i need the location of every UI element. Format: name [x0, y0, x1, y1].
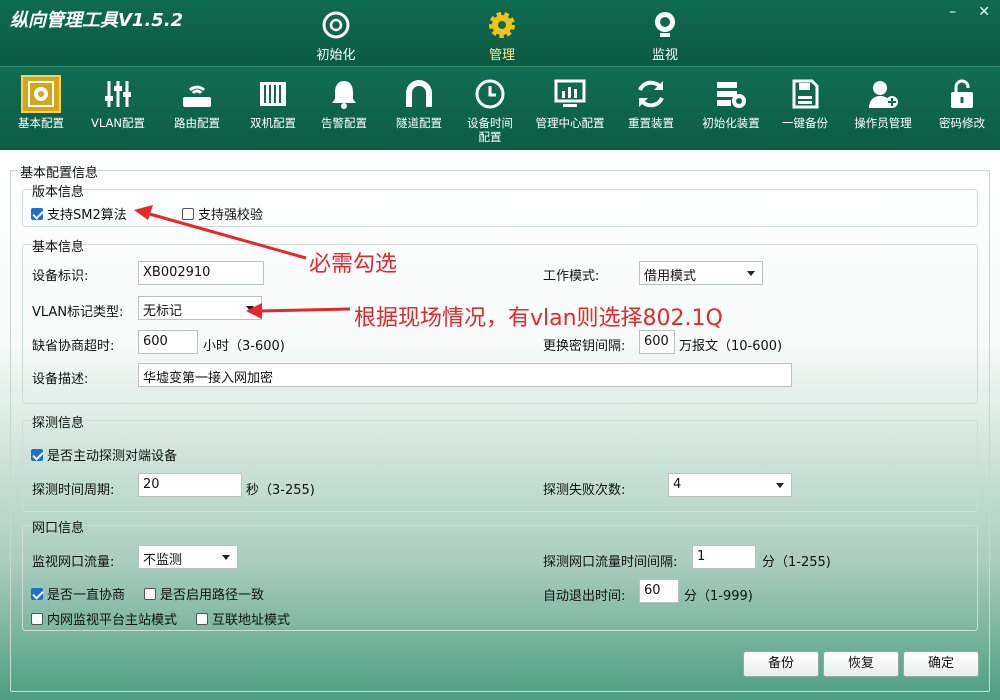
close-button[interactable]: ✕ [978, 4, 990, 20]
tab-manage[interactable]: 管理 [462, 10, 542, 63]
user-add-icon [863, 75, 903, 113]
tool-tunnel-config[interactable]: 隧道配置 [382, 75, 456, 130]
tool-label: 一键备份 [782, 116, 828, 130]
tab-monitor-label: 监视 [651, 48, 678, 63]
title-bar: 纵向管理工具V1.5.2 – ✕ 初始化 管理 监视 [0, 0, 1000, 66]
content-area: 基本配置信息 版本信息 支持SM2算法 支持强校验 基本信息 设备标识: XB0… [0, 150, 1000, 700]
lock-icon [942, 75, 982, 113]
tab-manage-label: 管理 [488, 48, 515, 63]
gear-icon [489, 12, 515, 38]
clock-icon [470, 75, 510, 113]
tool-time-config[interactable]: 设备时间 配置 [453, 75, 527, 144]
toolbar: 基本配置 VLAN配置 路由配置 双机配置 告警配置 隧道配置 设备时间 配置 [0, 66, 1000, 150]
tool-label-line2: 配置 [478, 130, 502, 144]
tool-label: 路由配置 [174, 116, 220, 130]
tunnel-icon [399, 75, 439, 113]
tool-password-change[interactable]: 密码修改 [925, 75, 999, 130]
tool-label: 重置装置 [628, 116, 674, 130]
annotation-arrows [134, 205, 351, 319]
dual-machine-icon [253, 75, 293, 113]
tool-label: VLAN配置 [90, 116, 145, 130]
annotation-must-check: 必需勾选 [309, 252, 398, 277]
tool-alarm-config[interactable]: 告警配置 [307, 75, 381, 130]
tool-label: 双机配置 [250, 116, 296, 130]
tab-monitor[interactable]: 监视 [625, 10, 705, 63]
tool-route-config[interactable]: 路由配置 [160, 75, 234, 130]
tool-vlan-config[interactable]: VLAN配置 [81, 75, 155, 130]
tool-reset-device[interactable]: 重置装置 [614, 75, 688, 130]
camera-icon [655, 12, 675, 37]
app-window: 纵向管理工具V1.5.2 – ✕ 初始化 管理 监视 基本配置 VLAN配置 路… [0, 0, 1000, 700]
tool-backup[interactable]: 一键备份 [768, 75, 842, 130]
tool-label: 初始化装置 [702, 116, 760, 130]
tool-basic-config[interactable]: 基本配置 [4, 75, 78, 130]
tool-label: 告警配置 [321, 116, 367, 130]
basic-config-icon [21, 75, 61, 113]
tool-label: 隧道配置 [396, 116, 442, 130]
monitor-icon [550, 75, 590, 113]
tool-dual-config[interactable]: 双机配置 [236, 75, 310, 130]
tool-label: 操作员管理 [854, 116, 912, 130]
arrow-to-sm2 [134, 205, 307, 260]
app-title: 纵向管理工具V1.5.2 [10, 10, 184, 31]
tool-init-device[interactable]: 初始化装置 [694, 75, 768, 130]
tool-center-config[interactable]: 管理中心配置 [530, 75, 610, 130]
tool-label: 密码修改 [939, 116, 985, 130]
tool-label: 基本配置 [18, 116, 64, 130]
tool-operator-manage[interactable]: 操作员管理 [846, 75, 920, 130]
init-icon [322, 11, 350, 39]
device-gear-icon [711, 75, 751, 113]
tool-label: 管理中心配置 [535, 116, 605, 130]
bell-icon [324, 75, 364, 113]
annotation-vlan-hint: 根据现场情况，有vlan则选择802.1Q [354, 306, 723, 331]
tool-label: 设备时间 [467, 116, 513, 130]
arrow-to-vlan [246, 303, 351, 319]
window-controls: – ✕ [949, 4, 990, 20]
router-icon [177, 75, 217, 113]
floppy-icon [785, 75, 825, 113]
refresh-icon [631, 75, 671, 113]
sliders-icon [98, 75, 138, 113]
minimize-button[interactable]: – [949, 4, 956, 20]
tab-init[interactable]: 初始化 [296, 10, 376, 63]
tab-init-label: 初始化 [316, 48, 356, 63]
